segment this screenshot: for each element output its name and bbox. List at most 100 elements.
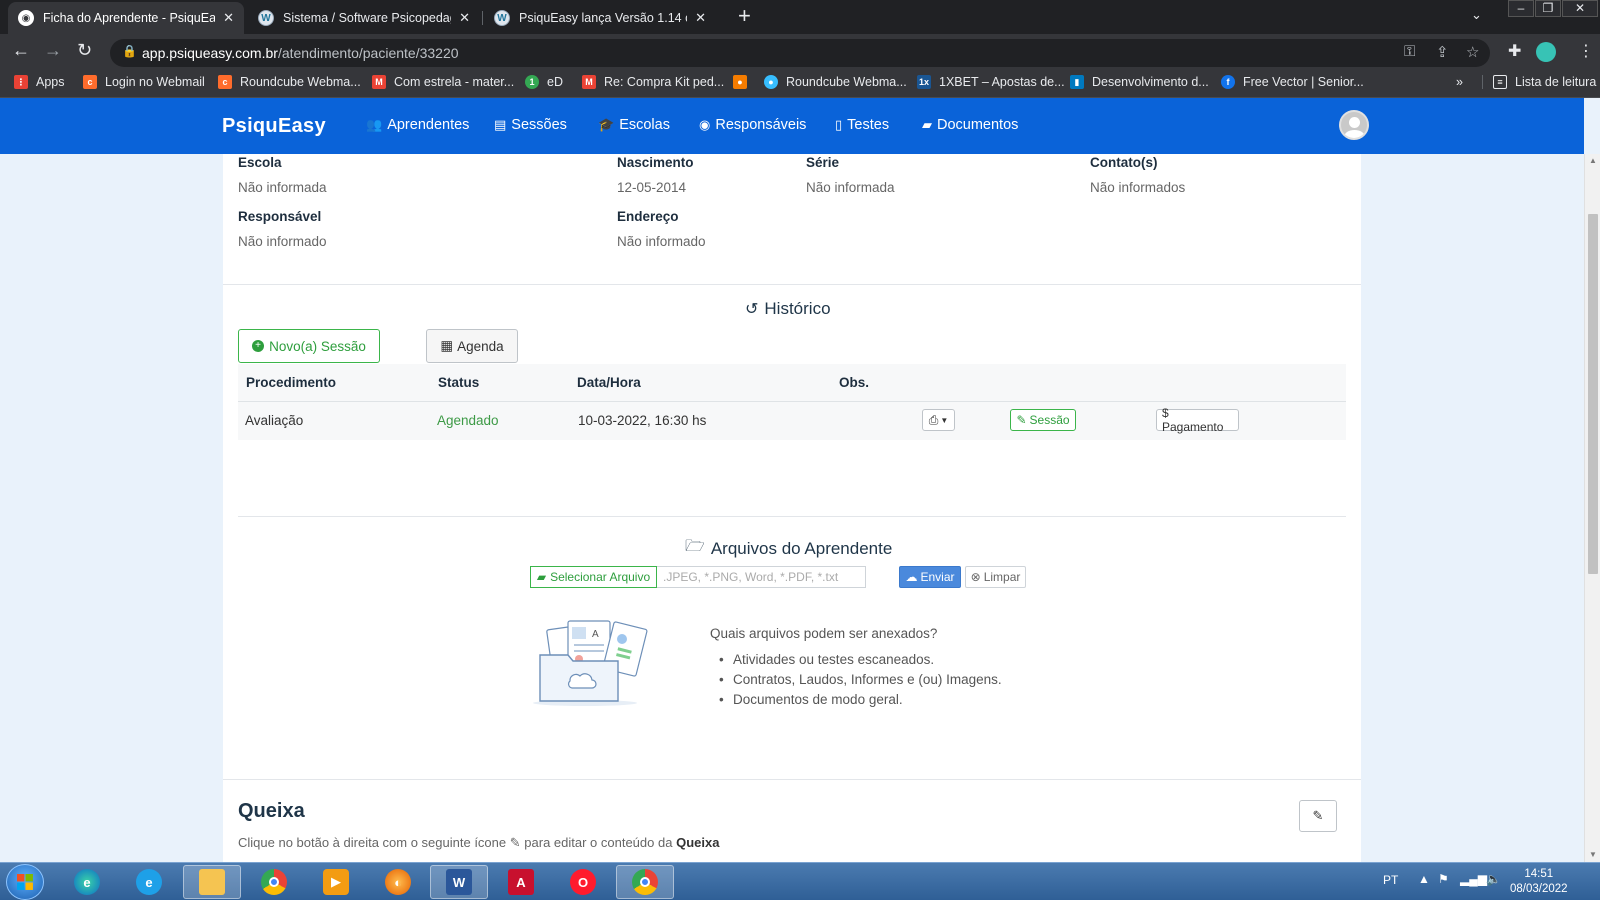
bookmark-item[interactable]: M Re: Compra Kit ped... <box>582 75 724 89</box>
times-circle-icon: ⊗ <box>970 570 981 584</box>
apps-grid-icon: ⋮ <box>14 75 28 89</box>
select-file-label: Selecionar Arquivo <box>550 570 651 584</box>
bookmark-label: Desenvolvimento d... <box>1092 75 1209 89</box>
language-indicator[interactable]: PT <box>1383 873 1398 887</box>
taskbar-explorer[interactable] <box>183 865 241 899</box>
action-center-flag-icon[interactable]: ⚑ <box>1438 872 1449 886</box>
scroll-up-arrow-icon[interactable]: ▲ <box>1589 156 1597 165</box>
scrollbar-thumb[interactable] <box>1588 214 1598 574</box>
brand-logo[interactable]: PsiquEasy <box>222 115 326 138</box>
taskbar-media[interactable]: ▶ <box>307 865 365 899</box>
file-name-input[interactable]: .JPEG, *.PNG, Word, *.PDF, *.txt <box>657 566 866 588</box>
bookmark-item[interactable]: f Free Vector | Senior... <box>1221 75 1364 89</box>
restore-window-icon[interactable]: ❐ <box>1535 0 1561 17</box>
payment-button[interactable]: $ Pagamento <box>1156 406 1239 434</box>
tab-title: PsiquEasy lança Versão 1.14 com <box>519 11 687 25</box>
session-button[interactable]: ✎ Sessão <box>1010 409 1076 431</box>
browser-tab[interactable]: W Sistema / Software Psicopedagó ✕ <box>248 2 480 34</box>
volume-icon[interactable]: 🔈 <box>1486 872 1501 886</box>
users-icon: 👥 <box>366 117 383 132</box>
more-menu-icon[interactable]: ⋮ <box>1578 41 1594 61</box>
tab-title: Ficha do Aprendente - PsiquEasy <box>43 11 216 25</box>
reading-list-button[interactable]: ≡ Lista de leitura <box>1482 75 1596 89</box>
forward-arrow-icon[interactable]: → <box>44 40 62 61</box>
bookmarks-overflow-icon[interactable]: » <box>1456 75 1463 89</box>
id-card-icon: ▤ <box>494 117 507 132</box>
reload-icon[interactable]: ↻ <box>77 40 92 61</box>
nav-aprendentes[interactable]: 👥 Aprendentes <box>366 117 469 133</box>
folder-icon <box>199 869 225 895</box>
chrome-icon <box>261 869 287 895</box>
bookmark-item[interactable]: M Com estrela - mater... <box>372 75 514 89</box>
start-button[interactable] <box>6 864 44 900</box>
close-window-icon[interactable]: ✕ <box>1562 0 1598 17</box>
nav-responsaveis[interactable]: ◉ Responsáveis <box>699 117 806 133</box>
bookmark-item[interactable]: c Roundcube Webma... <box>218 75 361 89</box>
nav-escolas[interactable]: 🎓 Escolas <box>598 117 670 133</box>
share-icon[interactable]: ⇪ <box>1436 43 1449 61</box>
system-clock[interactable]: 14:51 08/03/2022 <box>1510 867 1568 897</box>
scroll-down-arrow-icon[interactable]: ▼ <box>1589 850 1597 859</box>
bookmark-item[interactable]: ● Roundcube Webma... <box>764 75 907 89</box>
bookmark-label: Free Vector | Senior... <box>1243 75 1364 89</box>
star-bookmark-icon[interactable]: ☆ <box>1466 43 1479 61</box>
taskbar-acrobat[interactable]: A <box>492 865 550 899</box>
taskbar-edge[interactable]: e <box>58 865 116 899</box>
procedimento-cell: Avaliação <box>245 413 304 428</box>
send-button[interactable]: ☁ Enviar <box>899 566 961 588</box>
bookmark-item[interactable]: ● <box>733 75 755 89</box>
bookmark-item[interactable]: c Login no Webmail <box>83 75 205 89</box>
page-scrollbar[interactable]: ▲ ▼ <box>1584 154 1600 862</box>
minimize-window-icon[interactable]: – <box>1508 0 1534 17</box>
file-text-icon: ▯ <box>835 117 843 132</box>
nav-testes[interactable]: ▯ Testes <box>835 117 889 133</box>
url-text[interactable]: app.psiqueasy.com.br/atendimento/pacient… <box>142 45 459 61</box>
app-navbar: PsiquEasy 👥 Aprendentes ▤ Sessões 🎓 Escolas… <box>0 98 1584 154</box>
extensions-puzzle-icon[interactable]: ✚ <box>1508 41 1521 61</box>
cpanel-icon: c <box>83 75 97 89</box>
bookmark-apps[interactable]: ⋮ Apps <box>14 75 65 89</box>
browser-tab-active[interactable]: ◉ Ficha do Aprendente - PsiquEasy ✕ <box>8 2 244 34</box>
tab-search-chevron-icon[interactable]: ⌄ <box>1471 7 1482 23</box>
network-signal-icon[interactable]: ▂▄▆ <box>1460 872 1487 886</box>
column-header: Status <box>438 375 480 390</box>
new-session-label: Novo(a) Sessão <box>269 338 366 354</box>
bookmark-item[interactable]: ▮ Desenvolvimento d... <box>1070 75 1209 89</box>
close-tab-icon[interactable]: ✕ <box>695 10 706 26</box>
new-tab-icon[interactable]: + <box>738 3 751 29</box>
user-avatar[interactable] <box>1339 110 1369 140</box>
gmail-icon: M <box>372 75 386 89</box>
bookmark-item[interactable]: 1 eD <box>525 75 563 89</box>
new-session-button[interactable]: + Novo(a) Sessão <box>238 329 380 363</box>
profile-avatar-icon[interactable] <box>1536 42 1556 62</box>
bookmark-item[interactable]: 1x 1XBET – Apostas de... <box>917 75 1065 89</box>
clear-button[interactable]: ⊗ Limpar <box>965 566 1026 588</box>
bookmark-label: 1XBET – Apostas de... <box>939 75 1065 89</box>
taskbar-opera[interactable]: O <box>554 865 612 899</box>
print-dropdown-button[interactable]: ⎙ ▼ <box>922 409 955 431</box>
address-bar[interactable]: 🔒 app.psiqueasy.com.br/atendimento/pacie… <box>110 39 1490 67</box>
back-arrow-icon[interactable]: ← <box>12 40 30 61</box>
reading-list-label: Lista de leitura <box>1515 75 1597 89</box>
nav-documentos[interactable]: ▰ Documentos <box>922 117 1018 133</box>
trello-icon: ▮ <box>1070 75 1084 89</box>
queixa-edit-button[interactable]: ✎ <box>1299 800 1337 832</box>
taskbar-firefox[interactable]: ◐ <box>369 865 427 899</box>
key-icon[interactable]: ⚿ <box>1404 43 1415 60</box>
patient-card: Escola Não informada Nascimento 12-05-20… <box>223 154 1361 862</box>
browser-tab[interactable]: W PsiquEasy lança Versão 1.14 com ✕ <box>484 2 716 34</box>
taskbar-ie[interactable]: e <box>120 865 178 899</box>
show-hidden-icons-arrow-icon[interactable]: ▲ <box>1418 872 1430 886</box>
taskbar-word[interactable]: W <box>430 865 488 899</box>
bookmark-label: Com estrela - mater... <box>394 75 515 89</box>
close-tab-icon[interactable]: ✕ <box>459 10 470 26</box>
taskbar-chrome[interactable] <box>245 865 303 899</box>
files-folder-illustration: A <box>533 620 648 706</box>
select-file-button[interactable]: ▰ Selecionar Arquivo <box>530 566 657 588</box>
taskbar-chrome-active[interactable] <box>616 865 674 899</box>
wordpress-icon: W <box>494 10 510 26</box>
close-tab-icon[interactable]: ✕ <box>223 10 234 26</box>
nav-sessoes[interactable]: ▤ Sessões <box>494 117 567 133</box>
agenda-button[interactable]: ▦ Agenda <box>426 329 518 363</box>
bookmarks-bar: ⋮ Apps c Login no Webmail c Roundcube Webma… <box>0 70 1600 98</box>
